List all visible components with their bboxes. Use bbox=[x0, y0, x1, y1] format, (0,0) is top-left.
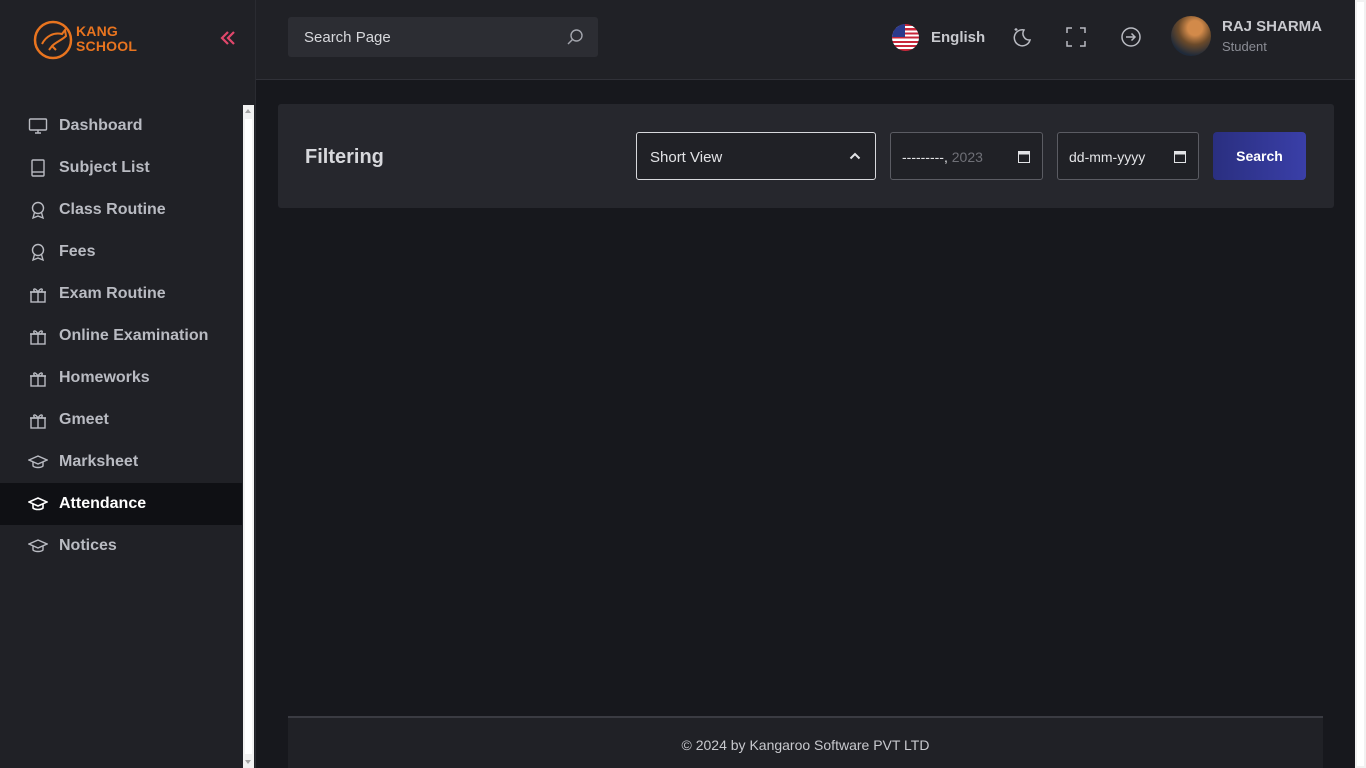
sidebar-item-label: Class Routine bbox=[59, 201, 166, 218]
sidebar-item-subject-list[interactable]: Subject List bbox=[0, 147, 242, 189]
collapse-sidebar-button[interactable] bbox=[220, 30, 240, 50]
gift-icon bbox=[30, 372, 46, 387]
double-chevron-left-icon bbox=[220, 31, 235, 45]
filter-title: Filtering bbox=[305, 146, 384, 168]
language-label: English bbox=[931, 28, 986, 46]
gift-icon bbox=[30, 288, 46, 303]
sidebar-item-label: Fees bbox=[59, 243, 96, 260]
gift-icon bbox=[30, 414, 46, 429]
moon-icon[interactable] bbox=[1011, 26, 1033, 48]
award-icon bbox=[31, 201, 45, 220]
logo-area: KANG SCHOOL bbox=[0, 0, 256, 80]
month-input[interactable]: ---------, 2023 bbox=[890, 132, 1043, 180]
view-select[interactable]: Short View bbox=[636, 132, 876, 180]
search-input[interactable] bbox=[288, 17, 558, 57]
sidebar-item-label: Dashboard bbox=[59, 117, 143, 134]
logo-line2: SCHOOL bbox=[76, 38, 138, 54]
sidebar-item-dashboard[interactable]: Dashboard bbox=[0, 105, 242, 147]
date-input[interactable]: dd-mm-yyyy bbox=[1057, 132, 1199, 180]
user-name: RAJ SHARMA bbox=[1222, 18, 1323, 35]
page-scrollbar-thumb[interactable] bbox=[1357, 2, 1364, 766]
sidebar-item-label: Gmeet bbox=[59, 411, 109, 428]
footer: © 2024 by Kangaroo Software PVT LTD bbox=[288, 716, 1323, 768]
award-icon bbox=[31, 243, 45, 262]
book-icon bbox=[31, 159, 45, 177]
sidebar-item-label: Marksheet bbox=[59, 453, 139, 470]
page-scrollbar[interactable] bbox=[1355, 0, 1366, 768]
logo-text: KANG SCHOOL bbox=[76, 24, 137, 54]
search-box bbox=[288, 17, 598, 57]
sidebar-item-label: Subject List bbox=[59, 159, 150, 176]
sidebar-item-label: Notices bbox=[59, 537, 117, 554]
logo-line1: KANG bbox=[76, 23, 119, 39]
gift-icon bbox=[30, 330, 46, 345]
sidebar: KANG SCHOOL Dashboard Subject List Class… bbox=[0, 0, 256, 768]
sidebar-item-homeworks[interactable]: Homeworks bbox=[0, 357, 242, 399]
month-input-year: 2023 bbox=[951, 149, 983, 165]
monitor-icon bbox=[28, 118, 48, 134]
sidebar-item-attendance[interactable]: Attendance bbox=[0, 483, 242, 525]
search-icon[interactable] bbox=[566, 28, 584, 46]
top-header: English RAJ SHARMA Student bbox=[256, 0, 1355, 80]
sidebar-item-exam-routine[interactable]: Exam Routine bbox=[0, 273, 242, 315]
avatar bbox=[1171, 16, 1211, 56]
sidebar-scrollbar[interactable] bbox=[243, 105, 254, 768]
sidebar-item-gmeet[interactable]: Gmeet bbox=[0, 399, 242, 441]
view-select-value: Short View bbox=[650, 149, 723, 166]
sidebar-item-online-examination[interactable]: Online Examination bbox=[0, 315, 242, 357]
us-flag-icon bbox=[892, 23, 919, 51]
graduation-cap-icon bbox=[28, 455, 48, 469]
fullscreen-icon[interactable] bbox=[1065, 26, 1087, 48]
filter-panel: Filtering Short View ---------, 2023 dd-… bbox=[278, 104, 1334, 208]
scroll-up-arrow-icon[interactable] bbox=[245, 109, 251, 113]
logout-icon[interactable] bbox=[1120, 26, 1142, 48]
sidebar-item-marksheet[interactable]: Marksheet bbox=[0, 441, 242, 483]
calendar-icon[interactable] bbox=[1174, 150, 1186, 163]
month-input-prefix: ---------, bbox=[902, 149, 948, 165]
sidebar-item-label: Attendance bbox=[59, 495, 147, 512]
language-selector[interactable]: English bbox=[892, 23, 985, 51]
school-logo[interactable]: KANG SCHOOL bbox=[32, 18, 142, 62]
scroll-down-arrow-icon[interactable] bbox=[245, 760, 251, 764]
user-role: Student bbox=[1222, 39, 1267, 54]
sidebar-item-label: Exam Routine bbox=[59, 285, 166, 302]
sidebar-item-label: Online Examination bbox=[59, 327, 209, 344]
sidebar-item-label: Homeworks bbox=[59, 369, 150, 386]
footer-copyright: © 2024 by Kangaroo Software PVT LTD bbox=[681, 737, 930, 753]
sidebar-item-notices[interactable]: Notices bbox=[0, 525, 242, 567]
sidebar-item-class-routine[interactable]: Class Routine bbox=[0, 189, 242, 231]
search-button[interactable]: Search bbox=[1213, 132, 1306, 180]
sidebar-nav: Dashboard Subject List Class Routine Fee… bbox=[0, 105, 242, 768]
sidebar-item-fees[interactable]: Fees bbox=[0, 231, 242, 273]
date-input-placeholder: dd-mm-yyyy bbox=[1069, 149, 1146, 165]
chevron-up-icon bbox=[849, 152, 861, 160]
graduation-cap-icon bbox=[28, 539, 48, 553]
calendar-icon[interactable] bbox=[1018, 150, 1030, 163]
sidebar-scrollbar-thumb[interactable] bbox=[245, 119, 252, 754]
kangaroo-logo-icon bbox=[33, 20, 73, 60]
graduation-cap-icon bbox=[28, 497, 48, 511]
month-input-value: ---------, 2023 bbox=[902, 149, 983, 165]
